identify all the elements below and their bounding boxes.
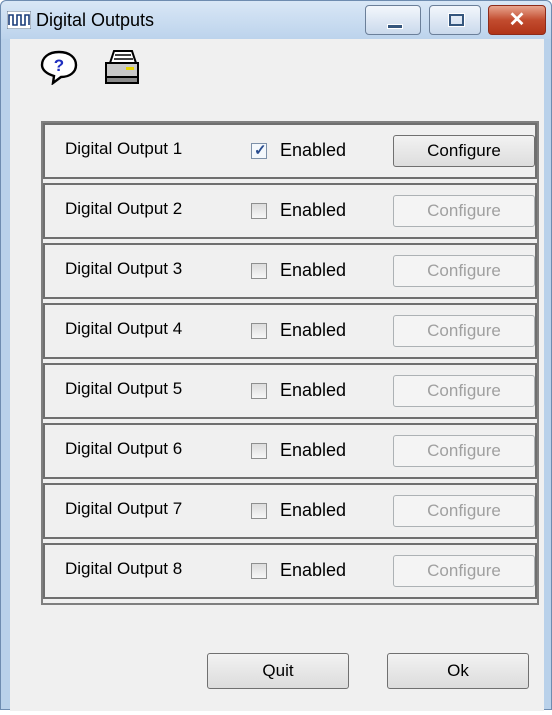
enabled-checkbox[interactable]: [251, 563, 267, 579]
digital-output-row-5: Digital Output 5 Enabled Configure: [43, 363, 537, 419]
configure-button: Configure: [393, 255, 535, 287]
enabled-label[interactable]: Enabled: [280, 200, 346, 221]
ok-button[interactable]: Ok: [387, 653, 529, 689]
help-icon[interactable]: ?: [39, 49, 79, 85]
enabled-label[interactable]: Enabled: [280, 500, 346, 521]
digital-output-row-1: Digital Output 1 ✓ Enabled Configure: [43, 123, 537, 179]
configure-button: Configure: [393, 555, 535, 587]
digital-output-row-2: Digital Output 2 Enabled Configure: [43, 183, 537, 239]
window-title: Digital Outputs: [36, 10, 155, 30]
enabled-checkbox[interactable]: ✓: [251, 142, 267, 159]
output-label: Digital Output 4: [65, 319, 183, 338]
minimize-button[interactable]: [365, 5, 421, 35]
output-label: Digital Output 6: [65, 439, 183, 458]
enabled-label[interactable]: Enabled: [280, 140, 346, 161]
digital-output-row-3: Digital Output 3 Enabled Configure: [43, 243, 537, 299]
output-label: Digital Output 8: [65, 559, 183, 578]
enabled-label[interactable]: Enabled: [280, 320, 346, 341]
enabled-checkbox[interactable]: [251, 203, 267, 219]
enabled-checkbox[interactable]: [251, 383, 267, 399]
configure-button: Configure: [393, 195, 535, 227]
digital-output-row-6: Digital Output 6 Enabled Configure: [43, 423, 537, 479]
output-label: Digital Output 3: [65, 259, 183, 278]
minimize-icon: [387, 24, 403, 29]
enabled-label[interactable]: Enabled: [280, 560, 346, 581]
enabled-label[interactable]: Enabled: [280, 380, 346, 401]
svg-text:?: ?: [54, 56, 64, 75]
square-wave-icon: [7, 11, 31, 29]
enabled-label[interactable]: Enabled: [280, 260, 346, 281]
client-area: ? Digital Output 1 ✓ Enabled Configure D…: [10, 39, 544, 711]
check-icon: ✓: [254, 142, 267, 159]
output-label: Digital Output 1: [65, 139, 183, 158]
output-label: Digital Output 7: [65, 499, 183, 518]
configure-button: Configure: [393, 315, 535, 347]
outputs-group: Digital Output 1 ✓ Enabled Configure Dig…: [41, 121, 539, 605]
output-label: Digital Output 2: [65, 199, 183, 218]
close-button[interactable]: ✕: [488, 5, 546, 35]
printer-icon[interactable]: [102, 49, 142, 85]
maximize-icon: [448, 13, 465, 27]
configure-button: Configure: [393, 375, 535, 407]
configure-button[interactable]: Configure: [393, 135, 535, 167]
configure-button: Configure: [393, 435, 535, 467]
configure-button: Configure: [393, 495, 535, 527]
enabled-checkbox[interactable]: [251, 503, 267, 519]
digital-output-row-4: Digital Output 4 Enabled Configure: [43, 303, 537, 359]
title-bar[interactable]: Digital Outputs ✕: [1, 1, 551, 39]
enabled-label[interactable]: Enabled: [280, 440, 346, 461]
enabled-checkbox[interactable]: [251, 323, 267, 339]
quit-button[interactable]: Quit: [207, 653, 349, 689]
digital-output-row-7: Digital Output 7 Enabled Configure: [43, 483, 537, 539]
enabled-checkbox[interactable]: [251, 263, 267, 279]
digital-outputs-window: Digital Outputs ✕ ? Digital Output 1 ✓ E…: [0, 0, 552, 711]
output-label: Digital Output 5: [65, 379, 183, 398]
digital-output-row-8: Digital Output 8 Enabled Configure: [43, 543, 537, 599]
maximize-button[interactable]: [429, 5, 481, 35]
enabled-checkbox[interactable]: [251, 443, 267, 459]
close-icon: ✕: [508, 9, 526, 31]
